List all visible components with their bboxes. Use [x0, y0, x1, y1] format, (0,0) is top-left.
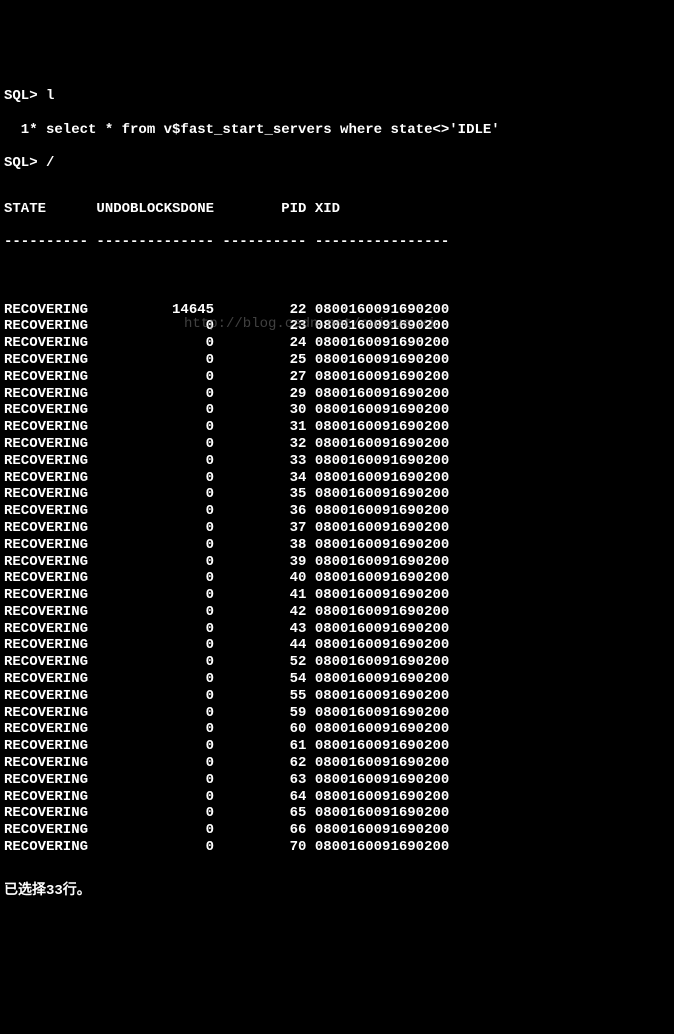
query-text-line: 1* select * from v$fast_start_servers wh… — [4, 122, 670, 139]
table-row: RECOVERING 0 61 0800160091690200 — [4, 738, 670, 755]
table-row: RECOVERING 0 38 0800160091690200 — [4, 537, 670, 554]
blank-line — [4, 268, 670, 285]
table-row: RECOVERING 0 37 0800160091690200 — [4, 520, 670, 537]
table-row: RECOVERING 0 66 0800160091690200 — [4, 822, 670, 839]
table-row: RECOVERING 0 23 0800160091690200 — [4, 318, 670, 335]
table-row: RECOVERING 0 42 0800160091690200 — [4, 604, 670, 621]
result-rows: RECOVERING 14645 22 0800160091690200RECO… — [4, 302, 670, 856]
table-row: RECOVERING 0 24 0800160091690200 — [4, 335, 670, 352]
table-row: RECOVERING 0 35 0800160091690200 — [4, 486, 670, 503]
table-row: RECOVERING 0 60 0800160091690200 — [4, 721, 670, 738]
table-row: RECOVERING 0 54 0800160091690200 — [4, 671, 670, 688]
table-row: RECOVERING 0 29 0800160091690200 — [4, 386, 670, 403]
table-row: RECOVERING 0 44 0800160091690200 — [4, 637, 670, 654]
table-row: RECOVERING 0 39 0800160091690200 — [4, 554, 670, 571]
table-row: RECOVERING 0 64 0800160091690200 — [4, 789, 670, 806]
header-divider: ---------- -------------- ---------- ---… — [4, 234, 670, 251]
table-row: RECOVERING 14645 22 0800160091690200 — [4, 302, 670, 319]
table-row: RECOVERING 0 62 0800160091690200 — [4, 755, 670, 772]
terminal-output[interactable]: SQL> l 1* select * from v$fast_start_ser… — [4, 71, 670, 916]
table-row: RECOVERING 0 59 0800160091690200 — [4, 705, 670, 722]
table-row: RECOVERING 0 55 0800160091690200 — [4, 688, 670, 705]
table-row: RECOVERING 0 25 0800160091690200 — [4, 352, 670, 369]
sql-execute-line: SQL> / — [4, 155, 670, 172]
sql-prompt-line: SQL> l — [4, 88, 670, 105]
table-row: RECOVERING 0 27 0800160091690200 — [4, 369, 670, 386]
table-row: RECOVERING 0 40 0800160091690200 — [4, 570, 670, 587]
table-row: RECOVERING 0 52 0800160091690200 — [4, 654, 670, 671]
table-row: RECOVERING 0 33 0800160091690200 — [4, 453, 670, 470]
table-row: RECOVERING 0 70 0800160091690200 — [4, 839, 670, 856]
table-row: RECOVERING 0 43 0800160091690200 — [4, 621, 670, 638]
table-row: RECOVERING 0 32 0800160091690200 — [4, 436, 670, 453]
table-row: RECOVERING 0 41 0800160091690200 — [4, 587, 670, 604]
table-row: RECOVERING 0 34 0800160091690200 — [4, 470, 670, 487]
table-row: RECOVERING 0 65 0800160091690200 — [4, 805, 670, 822]
table-row: RECOVERING 0 63 0800160091690200 — [4, 772, 670, 789]
table-row: RECOVERING 0 30 0800160091690200 — [4, 402, 670, 419]
row-count-footer: 已选择33行。 — [4, 883, 670, 900]
column-header-row: STATE UNDOBLOCKSDONE PID XID — [4, 201, 670, 218]
table-row: RECOVERING 0 36 0800160091690200 — [4, 503, 670, 520]
table-row: RECOVERING 0 31 0800160091690200 — [4, 419, 670, 436]
